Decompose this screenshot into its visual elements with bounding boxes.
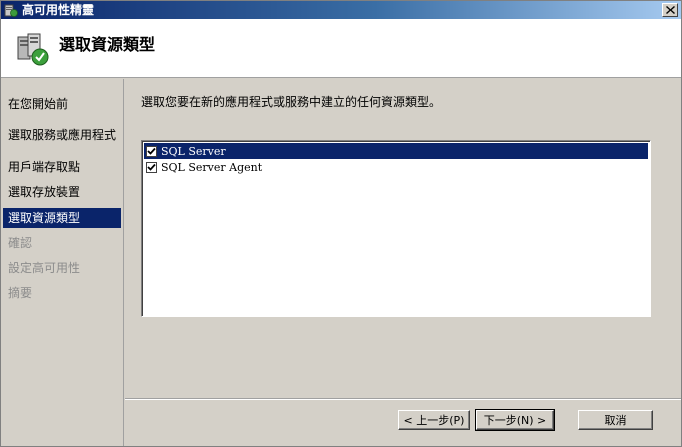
wizard-content: 選取您要在新的應用程式或服務中建立的任何資源類型。 SQL Server SQL… <box>125 79 681 446</box>
wizard-window: 高可用性精靈 選取資源類型 在您開始前 選取服務或應用程式 用戶端存取點 選取存… <box>0 0 682 447</box>
list-item[interactable]: SQL Server Agent <box>144 159 648 175</box>
list-item[interactable]: SQL Server <box>144 143 648 159</box>
step-before-you-begin[interactable]: 在您開始前 <box>3 94 121 114</box>
page-title: 選取資源類型 <box>59 35 156 54</box>
resource-checkbox[interactable] <box>146 161 157 173</box>
previous-button[interactable]: < 上一步(P) <box>398 410 470 430</box>
step-configure-high-availability: 設定高可用性 <box>8 261 81 275</box>
resource-label: SQL Server <box>161 144 226 158</box>
resource-checkbox[interactable] <box>146 145 157 157</box>
instruction-text: 選取您要在新的應用程式或服務中建立的任何資源類型。 <box>141 95 442 109</box>
resource-label: SQL Server Agent <box>161 160 263 174</box>
step-select-service[interactable]: 選取服務或應用程式 <box>3 125 121 145</box>
close-button[interactable] <box>662 3 678 17</box>
wizard-steps-sidebar: 在您開始前 選取服務或應用程式 用戶端存取點 選取存放裝置 選取資源類型 確認 … <box>1 79 124 446</box>
step-select-resource-type[interactable]: 選取資源類型 <box>3 208 121 228</box>
checkmark-icon <box>147 163 156 171</box>
window-title: 高可用性精靈 <box>22 3 95 17</box>
resource-type-list[interactable]: SQL Server SQL Server Agent <box>141 140 651 317</box>
wizard-app-icon <box>4 4 18 17</box>
wizard-header: 選取資源類型 <box>1 19 681 78</box>
cluster-server-icon <box>17 33 49 66</box>
step-confirmation: 確認 <box>8 236 33 250</box>
next-button[interactable]: 下一步(N) > <box>475 409 555 431</box>
close-icon <box>665 6 675 14</box>
button-divider <box>125 398 681 400</box>
step-client-access-point[interactable]: 用戶端存取點 <box>3 157 121 177</box>
title-bar[interactable]: 高可用性精靈 <box>1 1 681 19</box>
cancel-button[interactable]: 取消 <box>578 410 653 430</box>
checkmark-icon <box>147 147 156 155</box>
step-summary: 摘要 <box>8 286 33 300</box>
step-select-storage[interactable]: 選取存放裝置 <box>3 182 121 202</box>
